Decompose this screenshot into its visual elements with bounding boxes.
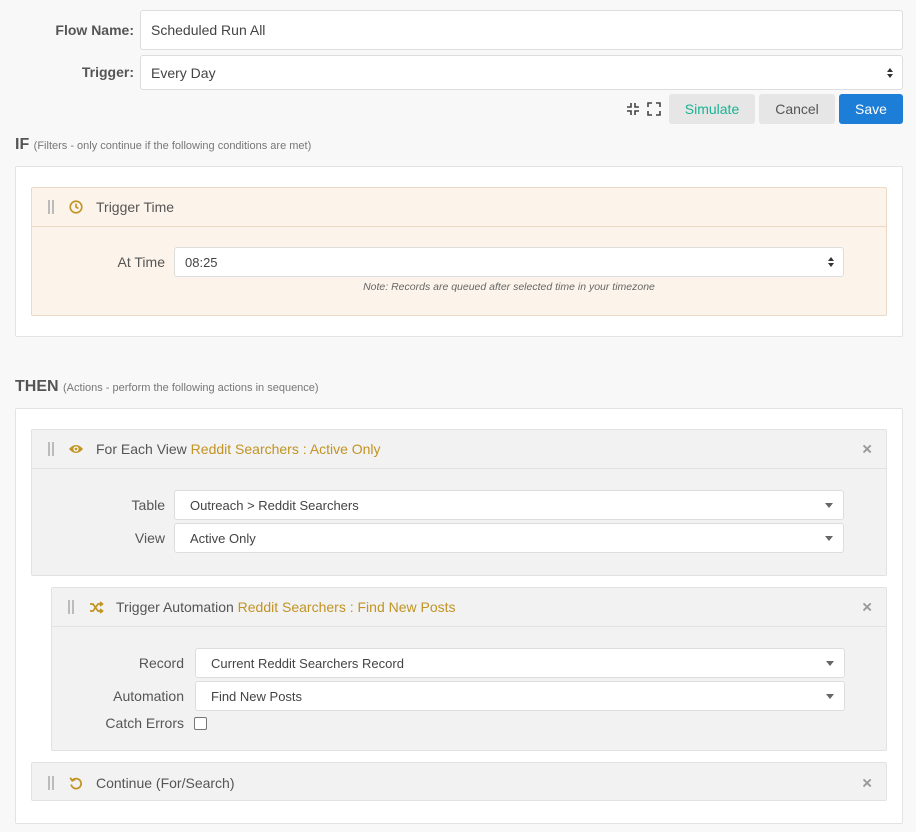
clock-icon bbox=[68, 199, 84, 215]
table-label: Table bbox=[131, 497, 165, 513]
automation-value: Find New Posts bbox=[211, 688, 303, 704]
for-each-view-card: For Each View Reddit Searchers : Active … bbox=[31, 429, 887, 576]
trigger-time-card-header: Trigger Time bbox=[32, 188, 886, 227]
then-section-heading: THEN (Actions - perform the following ac… bbox=[15, 378, 319, 396]
if-subtitle: (Filters - only continue if the followin… bbox=[33, 140, 312, 152]
select-arrows-icon bbox=[828, 257, 834, 267]
trigger-label: Trigger: bbox=[81, 64, 134, 80]
catch-errors-checkbox[interactable] bbox=[194, 717, 207, 730]
catch-errors-label: Catch Errors bbox=[105, 715, 184, 731]
record-value: Current Reddit Searchers Record bbox=[211, 655, 404, 671]
simulate-button[interactable]: Simulate bbox=[669, 94, 755, 124]
trigger-automation-card-header: Trigger Automation Reddit Searchers : Fi… bbox=[52, 588, 886, 627]
at-time-select[interactable]: 08:25 bbox=[174, 247, 844, 277]
trigger-value: Every Day bbox=[151, 64, 216, 81]
view-select[interactable]: Active Only bbox=[174, 523, 844, 553]
shuffle-icon bbox=[88, 599, 104, 615]
chevron-down-icon bbox=[825, 503, 833, 508]
if-title: IF bbox=[15, 136, 30, 153]
automation-select[interactable]: Find New Posts bbox=[195, 681, 845, 711]
table-value: Outreach > Reddit Searchers bbox=[190, 497, 359, 513]
trigger-time-card: Trigger Time At Time 08:25 Note: Records… bbox=[31, 187, 887, 316]
continue-card-header: Continue (For/Search) × bbox=[32, 763, 886, 802]
close-icon[interactable]: × bbox=[862, 774, 872, 791]
chevron-down-icon bbox=[826, 661, 834, 666]
trigger-select[interactable]: Every Day bbox=[140, 55, 903, 90]
select-arrows-icon bbox=[887, 67, 893, 78]
for-each-prefix: For Each View bbox=[96, 441, 187, 457]
for-each-card-header: For Each View Reddit Searchers : Active … bbox=[32, 430, 886, 469]
drag-handle-icon[interactable] bbox=[48, 442, 54, 456]
timezone-note: Note: Records are queued after selected … bbox=[363, 281, 655, 293]
undo-icon bbox=[68, 775, 84, 791]
expand-icon[interactable] bbox=[647, 102, 661, 116]
flow-name-value: Scheduled Run All bbox=[151, 22, 266, 38]
then-subtitle: (Actions - perform the following actions… bbox=[63, 382, 319, 394]
at-time-value: 08:25 bbox=[185, 254, 218, 270]
trigger-time-title: Trigger Time bbox=[96, 199, 175, 215]
trigger-automation-card: Trigger Automation Reddit Searchers : Fi… bbox=[51, 587, 887, 751]
close-icon[interactable]: × bbox=[862, 599, 872, 616]
continue-card: Continue (For/Search) × bbox=[31, 762, 887, 801]
then-title: THEN bbox=[15, 378, 59, 395]
table-select[interactable]: Outreach > Reddit Searchers bbox=[174, 490, 844, 520]
view-value: Active Only bbox=[190, 530, 256, 546]
if-section-heading: IF (Filters - only continue if the follo… bbox=[15, 136, 311, 154]
eye-icon bbox=[68, 441, 84, 457]
drag-handle-icon[interactable] bbox=[68, 600, 74, 614]
trigger-automation-title: Trigger Automation Reddit Searchers : Fi… bbox=[116, 599, 456, 615]
save-button[interactable]: Save bbox=[839, 94, 903, 124]
drag-handle-icon[interactable] bbox=[48, 775, 54, 790]
flow-name-input[interactable]: Scheduled Run All bbox=[140, 10, 903, 50]
chevron-down-icon bbox=[825, 536, 833, 541]
for-each-view-link[interactable]: Reddit Searchers : Active Only bbox=[191, 441, 381, 457]
automation-label: Automation bbox=[113, 688, 184, 704]
drag-handle-icon[interactable] bbox=[48, 200, 54, 214]
collapse-icon[interactable] bbox=[626, 102, 640, 116]
close-icon[interactable]: × bbox=[862, 441, 872, 458]
record-select[interactable]: Current Reddit Searchers Record bbox=[195, 648, 845, 678]
continue-title: Continue (For/Search) bbox=[96, 774, 235, 791]
view-label: View bbox=[134, 530, 165, 546]
for-each-title: For Each View Reddit Searchers : Active … bbox=[96, 441, 381, 457]
flow-name-label: Flow Name: bbox=[55, 22, 134, 38]
chevron-down-icon bbox=[826, 694, 834, 699]
trigger-automation-prefix: Trigger Automation bbox=[116, 599, 234, 615]
trigger-automation-link[interactable]: Reddit Searchers : Find New Posts bbox=[238, 599, 456, 615]
cancel-button[interactable]: Cancel bbox=[759, 94, 835, 124]
at-time-label: At Time bbox=[117, 254, 165, 270]
record-label: Record bbox=[138, 655, 184, 671]
